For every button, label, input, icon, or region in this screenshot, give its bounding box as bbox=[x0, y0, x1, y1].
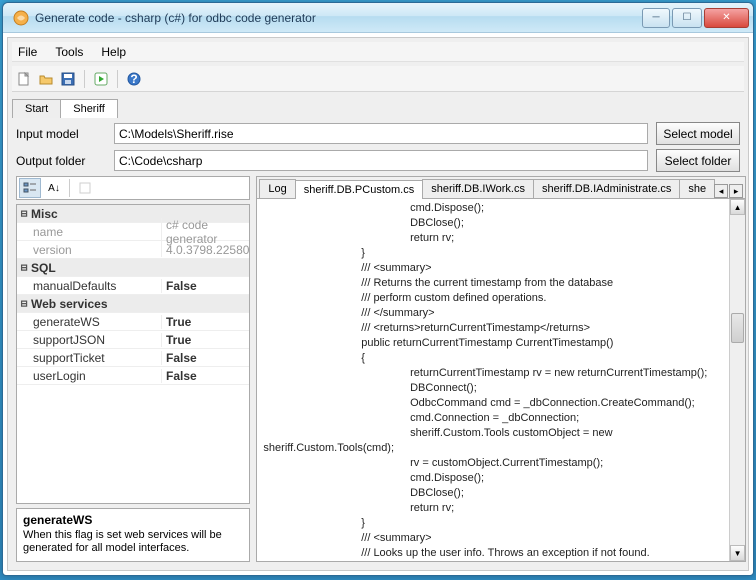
property-grid[interactable]: ⊟Miscnamec# code generatorversion4.0.379… bbox=[16, 204, 250, 504]
menu-file[interactable]: File bbox=[18, 45, 37, 59]
code-tab[interactable]: sheriff.DB.PCustom.cs bbox=[295, 180, 423, 199]
propgrid-row[interactable]: generateWSTrue bbox=[17, 313, 249, 331]
property-help: generateWS When this flag is set web ser… bbox=[16, 508, 250, 562]
categorized-view-button[interactable] bbox=[19, 178, 41, 198]
close-button[interactable]: ✕ bbox=[704, 8, 749, 28]
code-tab[interactable]: she bbox=[679, 179, 715, 198]
expand-icon[interactable]: ⊟ bbox=[17, 261, 31, 275]
input-model-field[interactable] bbox=[114, 123, 648, 144]
category-name: Web services bbox=[31, 297, 161, 311]
vertical-scrollbar[interactable]: ▲ ▼ bbox=[729, 199, 745, 561]
prop-key: name bbox=[31, 225, 161, 239]
help-icon[interactable]: ? bbox=[126, 71, 142, 87]
title-bar: Generate code - csharp (c#) for odbc cod… bbox=[3, 3, 753, 33]
tab-scroll-right[interactable]: ▸ bbox=[729, 184, 743, 198]
separator bbox=[117, 70, 118, 88]
prop-value[interactable]: False bbox=[161, 351, 249, 365]
property-pages-button[interactable] bbox=[74, 178, 96, 198]
code-pane: Logsheriff.DB.PCustom.cssheriff.DB.IWork… bbox=[256, 176, 746, 562]
select-model-button[interactable]: Select model bbox=[656, 122, 740, 145]
menu-bar: File Tools Help bbox=[12, 42, 744, 62]
save-icon[interactable] bbox=[60, 71, 76, 87]
prop-value[interactable]: False bbox=[161, 369, 249, 383]
category-name: Misc bbox=[31, 207, 161, 221]
separator bbox=[69, 179, 70, 197]
propgrid-row[interactable]: namec# code generator bbox=[17, 223, 249, 241]
tab-start[interactable]: Start bbox=[12, 99, 61, 118]
app-window: Generate code - csharp (c#) for odbc cod… bbox=[2, 2, 754, 576]
code-tab[interactable]: Log bbox=[259, 179, 295, 198]
scroll-down-arrow[interactable]: ▼ bbox=[730, 545, 745, 561]
help-desc: When this flag is set web services will … bbox=[23, 529, 243, 555]
propgrid-category[interactable]: ⊟Web services bbox=[17, 295, 249, 313]
open-folder-icon[interactable] bbox=[38, 71, 54, 87]
window-title: Generate code - csharp (c#) for odbc cod… bbox=[35, 11, 642, 25]
output-folder-row: Output folder Select folder bbox=[12, 149, 744, 172]
code-tab[interactable]: sheriff.DB.IWork.cs bbox=[422, 179, 534, 198]
scroll-thumb[interactable] bbox=[731, 313, 744, 343]
minimize-button[interactable]: ─ bbox=[642, 8, 670, 28]
run-icon[interactable] bbox=[93, 71, 109, 87]
alphabetical-view-button[interactable]: A↓ bbox=[43, 178, 65, 198]
code-area[interactable]: cmd.Dispose(); DBClose(); return rv; } / bbox=[257, 199, 729, 561]
output-folder-label: Output folder bbox=[16, 154, 106, 168]
separator bbox=[84, 70, 85, 88]
prop-key: version bbox=[31, 243, 161, 257]
tab-scroll-left[interactable]: ◂ bbox=[714, 184, 728, 198]
propgrid-row[interactable]: userLoginFalse bbox=[17, 367, 249, 385]
prop-value[interactable]: c# code generator bbox=[161, 218, 249, 246]
propgrid-category[interactable]: ⊟SQL bbox=[17, 259, 249, 277]
main-split: A↓ ⊟Miscnamec# code generatorversion4.0.… bbox=[12, 176, 744, 566]
svg-text:?: ? bbox=[130, 72, 137, 86]
tab-scroll: ◂ ▸ bbox=[714, 184, 745, 198]
code-wrap: cmd.Dispose(); DBClose(); return rv; } / bbox=[257, 199, 745, 561]
propgrid-row[interactable]: supportTicketFalse bbox=[17, 349, 249, 367]
code-tabs: Logsheriff.DB.PCustom.cssheriff.DB.IWork… bbox=[257, 177, 745, 199]
prop-key: generateWS bbox=[31, 315, 161, 329]
propgrid-row[interactable]: version4.0.3798.22580 bbox=[17, 241, 249, 259]
expand-icon[interactable]: ⊟ bbox=[17, 297, 31, 311]
prop-key: supportJSON bbox=[31, 333, 161, 347]
propgrid-row[interactable]: manualDefaultsFalse bbox=[17, 277, 249, 295]
menu-tools[interactable]: Tools bbox=[55, 45, 83, 59]
prop-value[interactable]: False bbox=[161, 279, 249, 293]
maximize-button[interactable]: ☐ bbox=[672, 8, 702, 28]
help-name: generateWS bbox=[23, 513, 243, 527]
tab-sheriff[interactable]: Sheriff bbox=[60, 99, 118, 118]
app-icon bbox=[13, 10, 29, 26]
new-file-icon[interactable] bbox=[16, 71, 32, 87]
code-tab[interactable]: sheriff.DB.IAdministrate.cs bbox=[533, 179, 680, 198]
toolbar: ? bbox=[12, 66, 744, 92]
prop-key: userLogin bbox=[31, 369, 161, 383]
window-controls: ─ ☐ ✕ bbox=[642, 8, 749, 28]
expand-icon[interactable]: ⊟ bbox=[17, 207, 31, 221]
prop-value[interactable]: True bbox=[161, 315, 249, 329]
output-folder-field[interactable] bbox=[114, 150, 648, 171]
propgrid-row[interactable]: supportJSONTrue bbox=[17, 331, 249, 349]
scroll-up-arrow[interactable]: ▲ bbox=[730, 199, 745, 215]
prop-key: manualDefaults bbox=[31, 279, 161, 293]
select-folder-button[interactable]: Select folder bbox=[656, 149, 740, 172]
category-name: SQL bbox=[31, 261, 161, 275]
input-model-row: Input model Select model bbox=[12, 122, 744, 145]
client-area: File Tools Help ? Start Sheriff Input mo… bbox=[7, 37, 749, 571]
prop-value[interactable]: True bbox=[161, 333, 249, 347]
property-pane: A↓ ⊟Miscnamec# code generatorversion4.0.… bbox=[16, 176, 250, 562]
prop-key: supportTicket bbox=[31, 351, 161, 365]
menu-help[interactable]: Help bbox=[101, 45, 126, 59]
input-model-label: Input model bbox=[16, 127, 106, 141]
model-tabs: Start Sheriff bbox=[12, 96, 744, 118]
prop-value[interactable]: 4.0.3798.22580 bbox=[161, 243, 249, 257]
propgrid-toolbar: A↓ bbox=[16, 176, 250, 200]
